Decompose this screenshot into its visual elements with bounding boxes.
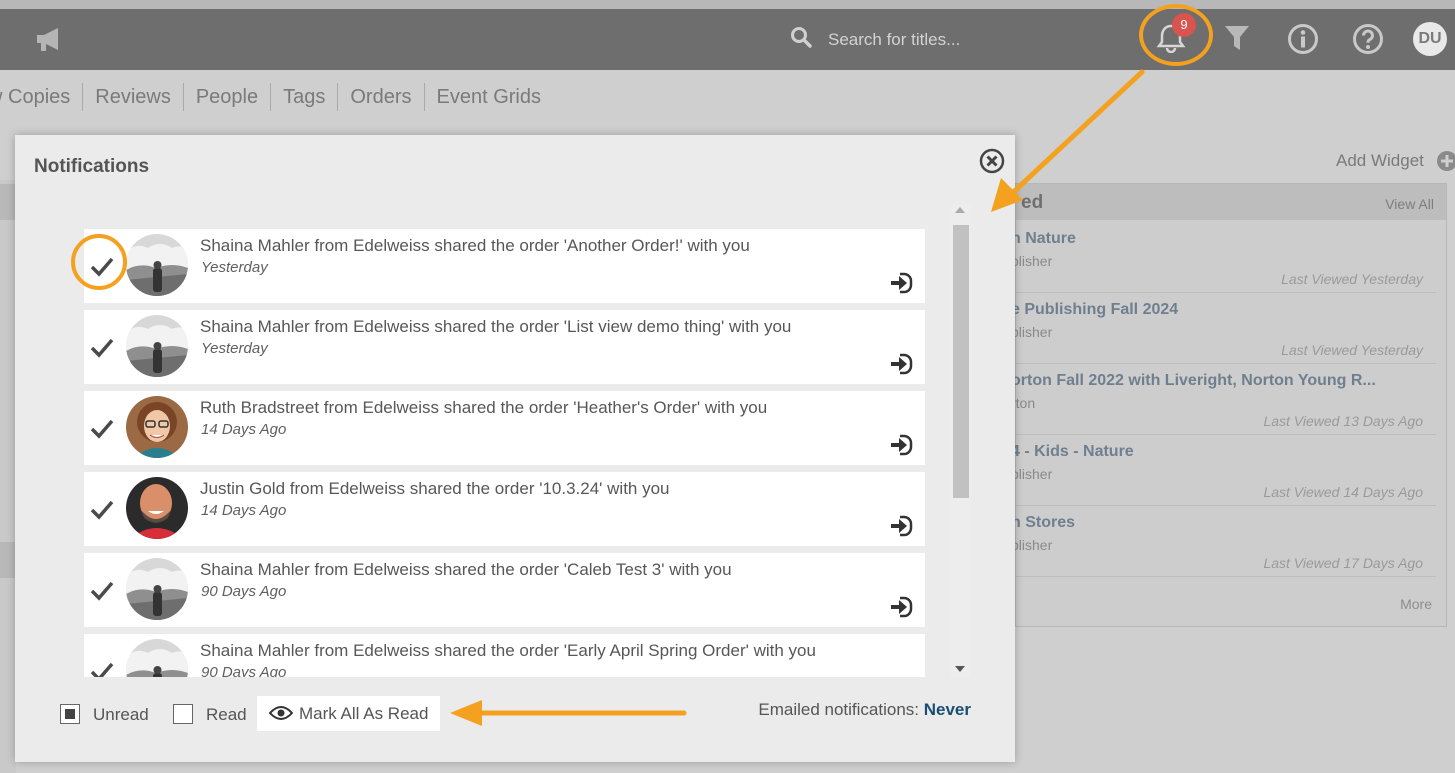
user-avatar-landscape — [126, 558, 188, 620]
notification-message: Shaina Mahler from Edelweiss shared the … — [200, 317, 792, 336]
widget-item-subtitle: blisher — [1011, 324, 1053, 340]
user-avatar-man — [126, 477, 188, 539]
nav-review-copies[interactable]: w Copies — [0, 83, 84, 111]
megaphone-icon[interactable] — [34, 26, 66, 52]
notification-time: 90 Days Ago — [201, 664, 287, 677]
widget-list-item[interactable]: e Publishing Fall 2024 blisher Last View… — [1011, 293, 1436, 364]
widget-item-title: n Stores — [1011, 514, 1076, 531]
widget-list-item[interactable]: 4 - Kids - Nature blisher Last Viewed 14… — [1011, 435, 1436, 506]
widget-list-item[interactable]: n Nature blisher Last Viewed Yesterday — [1011, 222, 1436, 293]
notification-message: Shaina Mahler from Edelweiss shared the … — [200, 560, 732, 579]
notification-time: 90 Days Ago — [201, 583, 287, 600]
sub-navigation: w Copies Reviews People Tags Orders Even… — [0, 82, 553, 112]
widget-item-subtitle: blisher — [1011, 466, 1053, 482]
read-label: Read — [206, 705, 247, 724]
nav-orders[interactable]: Orders — [338, 83, 425, 111]
widget-item-last-viewed: Last Viewed 17 Days Ago — [1263, 555, 1423, 571]
mark-read-check-icon[interactable] — [88, 576, 116, 604]
view-all-link[interactable]: View All — [1385, 196, 1434, 212]
help-icon[interactable] — [1352, 23, 1384, 55]
widget-item-title: e Publishing Fall 2024 — [1011, 301, 1179, 318]
go-to-order-icon[interactable] — [889, 434, 913, 456]
check-highlight-ring — [71, 234, 127, 290]
notification-message: Ruth Bradstreet from Edelweiss shared th… — [200, 398, 768, 417]
scroll-down-arrow-icon[interactable] — [955, 666, 965, 672]
unread-label: Unread — [93, 705, 149, 724]
widget-list-item[interactable]: orton Fall 2022 with Liveright, Norton Y… — [1011, 364, 1436, 435]
scroll-up-arrow-icon[interactable] — [955, 207, 965, 213]
notification-time: 14 Days Ago — [201, 421, 287, 438]
widget-item-subtitle: blisher — [1011, 537, 1053, 553]
widget-header: ed View All — [1016, 184, 1446, 220]
top-bar: 9 DU — [0, 0, 1455, 70]
eye-icon — [269, 706, 293, 720]
mark-read-check-icon[interactable] — [88, 333, 116, 361]
mark-all-as-read-label: Mark All As Read — [299, 703, 429, 723]
notification-scrollbar[interactable] — [951, 205, 971, 678]
modal-title: Notifications — [34, 156, 150, 177]
widget-item-last-viewed: Last Viewed 14 Days Ago — [1263, 484, 1423, 500]
notification-time: 14 Days Ago — [201, 502, 287, 519]
mark-read-check-icon[interactable] — [88, 414, 116, 442]
widget-item-last-viewed: Last Viewed Yesterday — [1281, 271, 1423, 287]
filter-icon[interactable] — [1224, 25, 1250, 52]
mark-all-as-read-button[interactable]: Mark All As Read — [257, 696, 440, 731]
go-to-order-icon[interactable] — [889, 272, 913, 294]
widget-item-title: n Nature — [1011, 230, 1076, 247]
nav-reviews[interactable]: Reviews — [83, 83, 184, 111]
nav-event-grids[interactable]: Event Grids — [425, 83, 553, 111]
widget-item-title: 4 - Kids - Nature — [1011, 443, 1134, 460]
search-input[interactable] — [826, 24, 1090, 56]
widget-title: ed — [1021, 192, 1044, 213]
info-icon[interactable] — [1287, 23, 1319, 55]
notification-list: Shaina Mahler from Edelweiss shared the … — [84, 229, 925, 677]
user-avatar-woman — [126, 396, 188, 458]
widget-item-last-viewed: Last Viewed Yesterday — [1281, 342, 1423, 358]
add-circle-icon[interactable] — [1436, 150, 1455, 172]
user-avatar-landscape — [126, 639, 188, 677]
nav-tags[interactable]: Tags — [271, 83, 339, 111]
more-link[interactable]: More — [1400, 596, 1432, 612]
go-to-order-icon[interactable] — [889, 515, 913, 537]
widget-item-last-viewed: Last Viewed 13 Days Ago — [1263, 413, 1423, 429]
user-avatar-landscape — [126, 234, 188, 296]
background-strip — [0, 184, 16, 220]
read-checkbox[interactable] — [173, 704, 193, 724]
emailed-notifications-value[interactable]: Never — [924, 700, 971, 719]
notification-time: Yesterday — [201, 340, 268, 357]
go-to-order-icon[interactable] — [889, 596, 913, 618]
notification-message: Shaina Mahler from Edelweiss shared the … — [200, 236, 750, 255]
search-icon[interactable] — [790, 26, 812, 48]
notification-item[interactable]: Shaina Mahler from Edelweiss shared the … — [84, 553, 925, 627]
notification-message: Shaina Mahler from Edelweiss shared the … — [200, 641, 816, 660]
background-left-panel — [0, 180, 16, 773]
widget-list-item[interactable]: n Stores blisher Last Viewed 17 Days Ago — [1011, 506, 1436, 577]
notification-count-badge: 9 — [1172, 13, 1196, 37]
add-widget-label[interactable]: Add Widget — [1336, 151, 1424, 171]
mark-read-check-icon[interactable] — [88, 657, 116, 677]
emailed-notifications-setting: Emailed notifications: Never — [758, 700, 971, 720]
emailed-notifications-label: Emailed notifications: — [758, 700, 919, 719]
notification-item[interactable]: Ruth Bradstreet from Edelweiss shared th… — [84, 391, 925, 465]
notification-item[interactable]: Shaina Mahler from Edelweiss shared the … — [84, 310, 925, 384]
nav-people[interactable]: People — [184, 83, 272, 111]
notification-item[interactable]: Shaina Mahler from Edelweiss shared the … — [84, 229, 925, 303]
widget-item-subtitle: blisher — [1011, 253, 1053, 269]
widget-item-title: orton Fall 2022 with Liveright, Norton Y… — [1011, 372, 1376, 389]
scroll-thumb[interactable] — [953, 225, 969, 498]
user-avatar[interactable]: DU — [1413, 22, 1447, 56]
unread-checkbox[interactable] — [60, 704, 80, 724]
close-icon[interactable] — [979, 148, 1005, 174]
notification-message: Justin Gold from Edelweiss shared the or… — [200, 479, 670, 498]
background-strip — [0, 542, 16, 578]
recently-viewed-widget: ed View All n Nature blisher Last Viewed… — [1011, 183, 1447, 627]
notification-item[interactable]: Justin Gold from Edelweiss shared the or… — [84, 472, 925, 546]
user-avatar-landscape — [126, 315, 188, 377]
go-to-order-icon[interactable] — [889, 353, 913, 375]
notification-time: Yesterday — [201, 259, 268, 276]
mark-read-check-icon[interactable] — [88, 495, 116, 523]
notification-item[interactable]: Shaina Mahler from Edelweiss shared the … — [84, 634, 925, 677]
notifications-modal: Notifications Shaina Mahler from Edelwei… — [15, 135, 1015, 762]
